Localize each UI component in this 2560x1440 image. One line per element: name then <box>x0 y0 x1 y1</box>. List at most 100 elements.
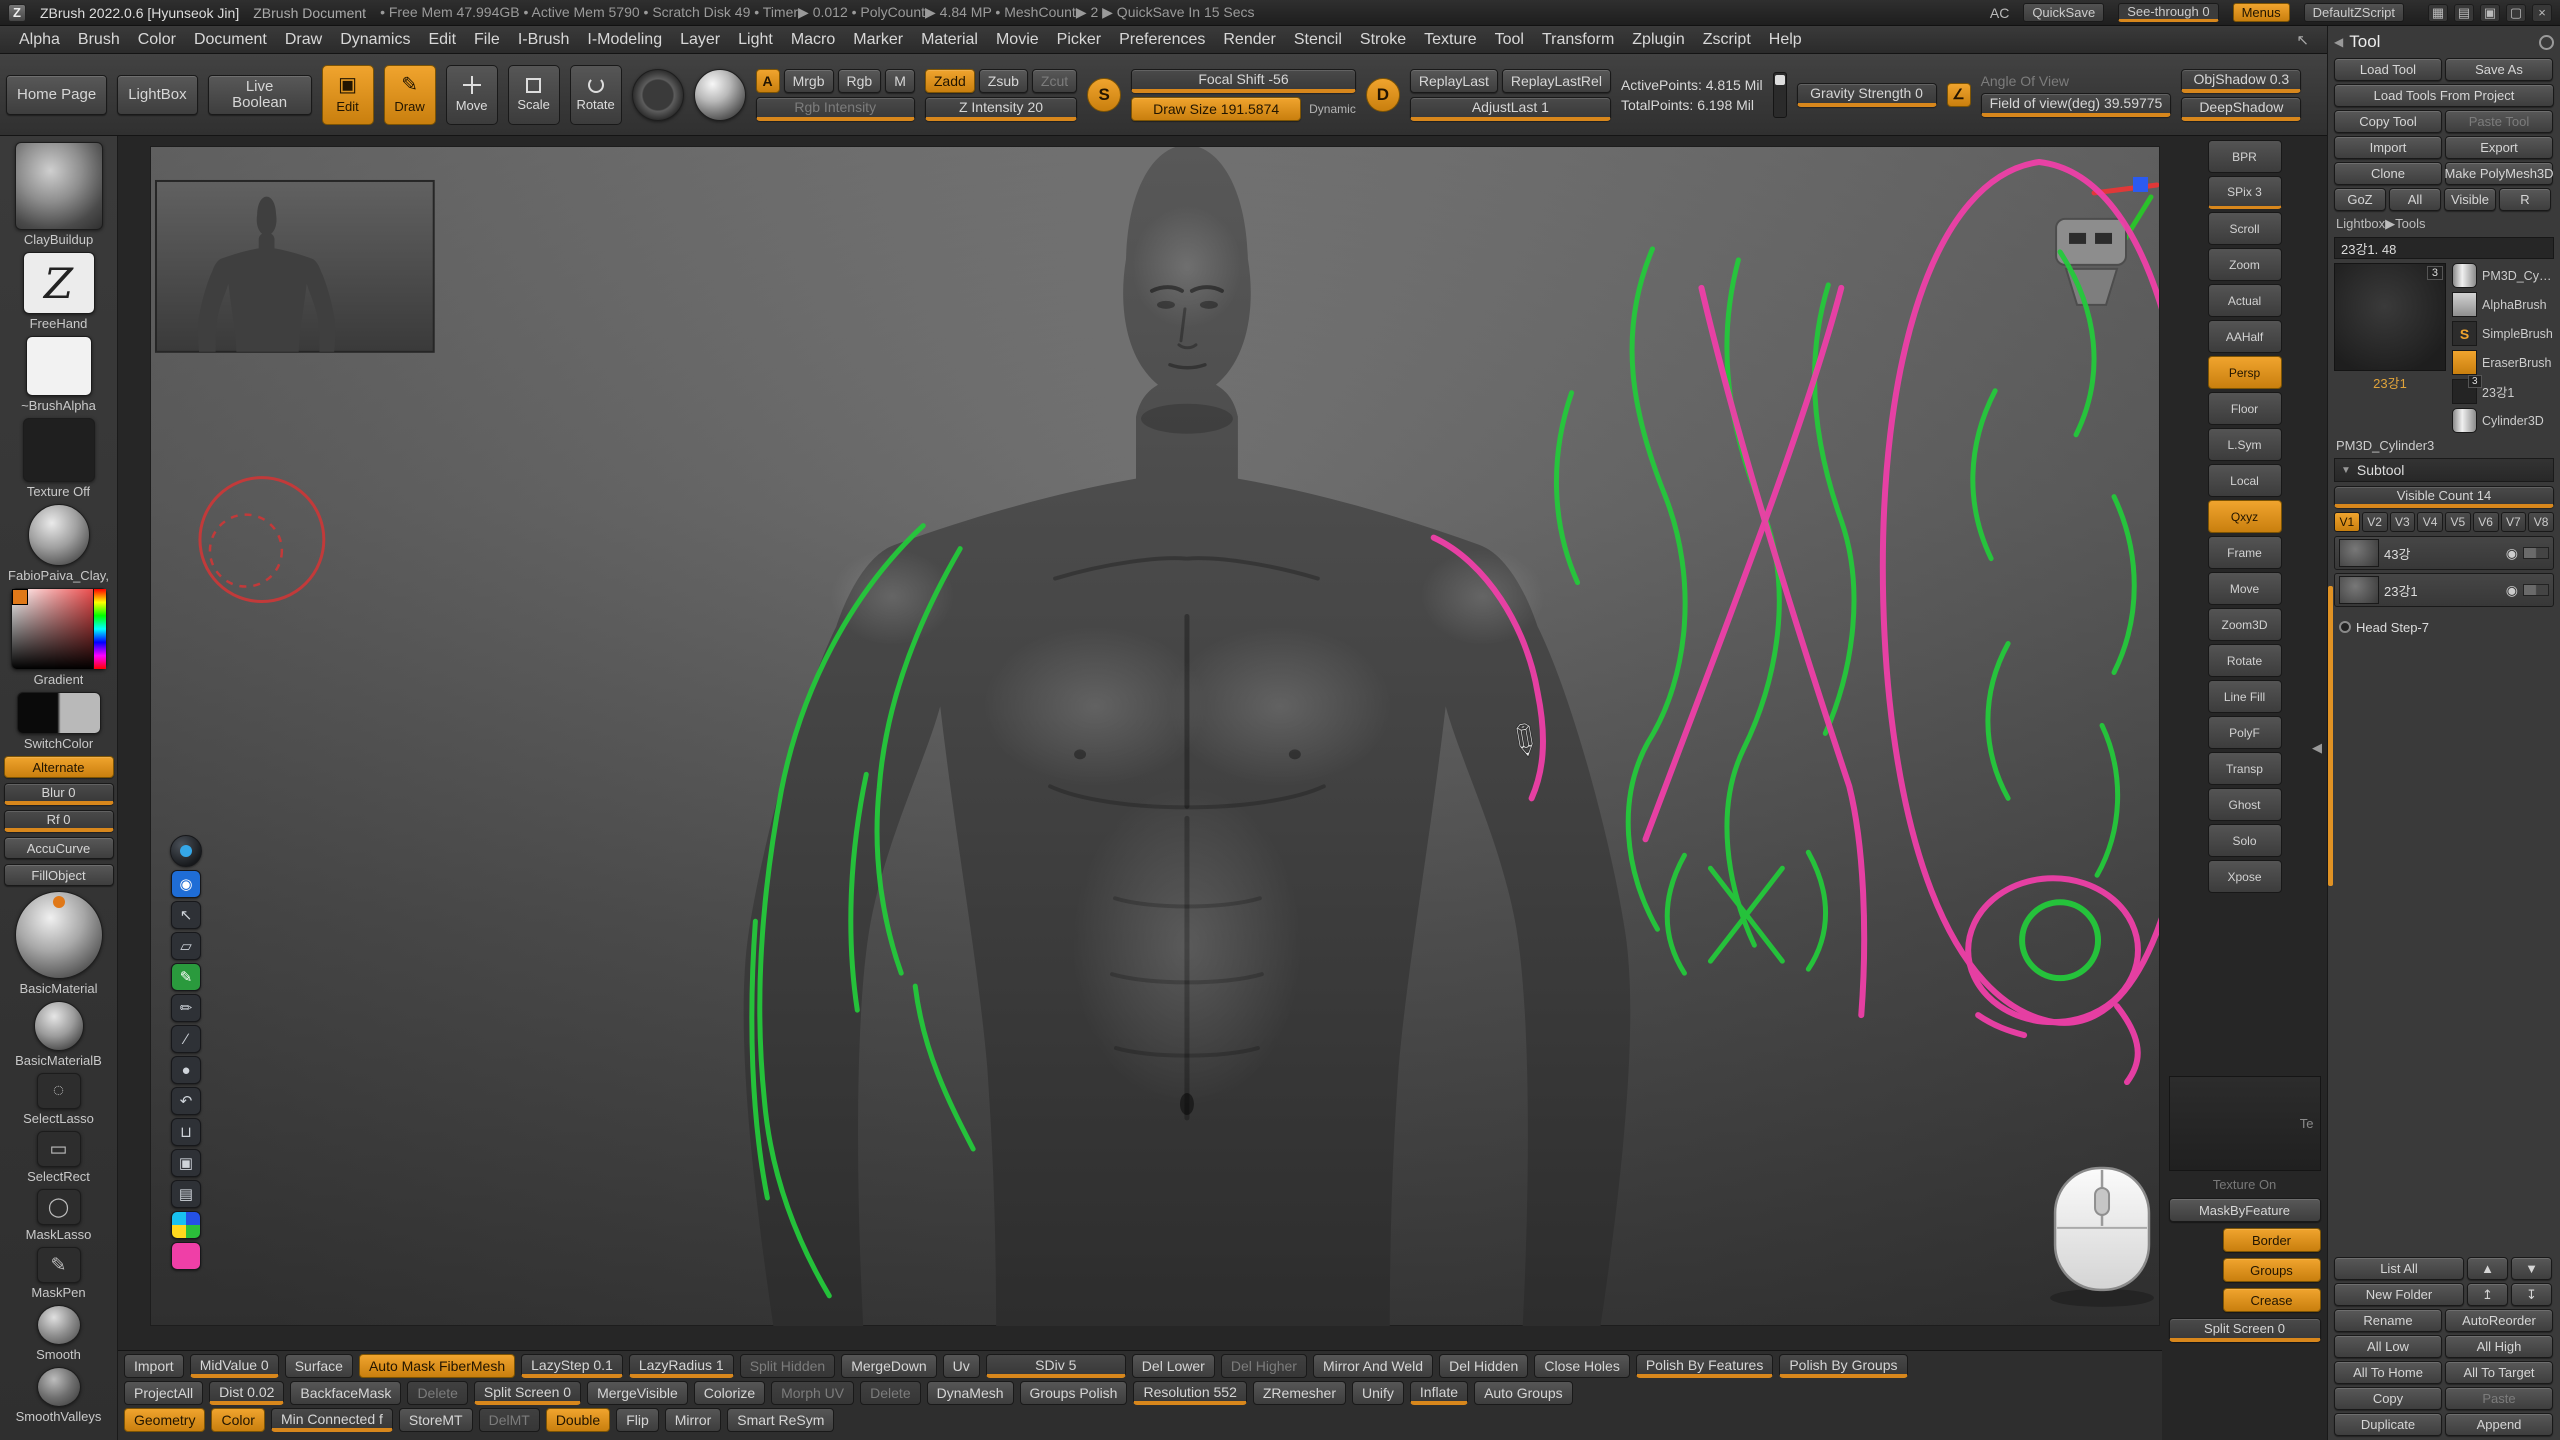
bottom-tray-button[interactable]: MidValue 0 <box>190 1354 279 1378</box>
deep-shadow-slider[interactable]: DeepShadow <box>2181 97 2301 121</box>
eye-icon[interactable]: ◉ <box>2506 582 2518 599</box>
z-intensity-slider[interactable]: Z Intensity 20 <box>925 97 1077 121</box>
replay-last-rel-button[interactable]: ReplayLastRel <box>1502 69 1611 93</box>
alpha-chip[interactable]: A <box>756 69 780 93</box>
right-shelf-button[interactable]: Rotate <box>2208 644 2282 677</box>
lightbox-path-label[interactable]: Lightbox▶Tools <box>2334 215 2554 233</box>
brush-slot[interactable]: Gradient <box>2 588 115 687</box>
menu-item[interactable]: Zscript <box>1694 28 1760 52</box>
right-shelf-button[interactable]: Floor <box>2208 392 2282 425</box>
tool-panel-button[interactable]: Make PolyMesh3D <box>2445 162 2553 185</box>
gravity-strength-slider[interactable]: Gravity Strength 0 <box>1797 83 1937 107</box>
right-shelf-button[interactable]: Transp <box>2208 752 2282 785</box>
scale-button[interactable]: Scale <box>508 65 560 125</box>
bottom-tray-button[interactable]: MergeVisible <box>587 1381 688 1405</box>
bottom-tray-button[interactable]: Del Higher <box>1221 1354 1307 1378</box>
home-page-button[interactable]: Home Page <box>6 75 107 115</box>
bottom-tray-button[interactable]: Flip <box>616 1408 659 1432</box>
bottom-tray-button[interactable]: Mirror And Weld <box>1313 1354 1433 1378</box>
bottom-tray-button[interactable]: Close Holes <box>1534 1354 1629 1378</box>
tray-control[interactable]: FillObject <box>4 864 114 886</box>
subtool-version-tab[interactable]: V1 <box>2334 512 2360 532</box>
subtool-version-tab[interactable]: V4 <box>2417 512 2443 532</box>
line-tool-icon[interactable]: ∕ <box>171 1025 201 1053</box>
brush-slot[interactable]: MaskPen <box>2 1247 115 1300</box>
bottom-tray-button[interactable]: Del Lower <box>1132 1354 1215 1378</box>
subtool-item[interactable]: Head Step-7 ◉ <box>2334 610 2554 644</box>
tool-panel-button[interactable]: Export <box>2445 136 2553 159</box>
window-icon[interactable]: ▣ <box>2480 4 2500 22</box>
window-icon[interactable]: ▦ <box>2428 4 2448 22</box>
subtool-button[interactable]: List All <box>2334 1257 2464 1280</box>
right-shelf-button[interactable]: Line Fill <box>2208 680 2282 713</box>
brush-slot[interactable]: SwitchColor <box>2 692 115 751</box>
right-shelf-button[interactable]: AAHalf <box>2208 320 2282 353</box>
notes-icon[interactable]: ▤ <box>171 1180 201 1208</box>
texture-swatch[interactable] <box>632 69 684 121</box>
rgb-intensity-slider[interactable]: Rgb Intensity <box>756 97 915 121</box>
brush-slot[interactable]: FreeHand <box>2 252 115 331</box>
menu-item[interactable]: Layer <box>671 28 729 52</box>
bottom-tray-button[interactable]: Surface <box>285 1354 353 1378</box>
brush-slot[interactable]: SmoothValleys <box>2 1367 115 1424</box>
tool-panel-button[interactable]: All <box>2389 188 2441 211</box>
replay-last-button[interactable]: ReplayLast <box>1410 69 1498 93</box>
bottom-tray-button[interactable]: Uv <box>943 1354 980 1378</box>
window-icon[interactable]: × <box>2532 4 2552 22</box>
subtool-button[interactable]: Rename <box>2334 1309 2442 1332</box>
subtool-button[interactable]: AutoReorder <box>2445 1309 2553 1332</box>
subtool-button[interactable]: Paste <box>2445 1387 2553 1410</box>
bottom-tray-button[interactable]: LazyRadius 1 <box>629 1354 734 1378</box>
menu-item[interactable]: Draw <box>276 28 331 52</box>
menu-item[interactable]: Edit <box>419 28 465 52</box>
zadd-button[interactable]: Zadd <box>925 69 975 93</box>
right-shelf-button[interactable]: Actual <box>2208 284 2282 317</box>
brush-slot[interactable]: FabioPaiva_Clay, <box>2 504 115 583</box>
trash-icon[interactable]: ⊔ <box>171 1118 201 1146</box>
menus-button[interactable]: Menus <box>2233 3 2290 22</box>
field-of-view-slider[interactable]: Field of view(deg) 39.59775 <box>1981 93 2172 117</box>
tool-panel-button[interactable]: Paste Tool <box>2445 110 2553 133</box>
menu-item[interactable]: Render <box>1214 28 1284 52</box>
subtool-button[interactable]: Duplicate <box>2334 1413 2442 1436</box>
tool-panel-button[interactable]: GoZ <box>2334 188 2386 211</box>
draw-button[interactable]: ✎Draw <box>384 65 436 125</box>
bottom-tray-button[interactable]: Polish By Groups <box>1779 1354 1907 1378</box>
menu-item[interactable]: Stencil <box>1285 28 1351 52</box>
bottom-tray-button[interactable]: DynaMesh <box>927 1381 1014 1405</box>
tool-panel-button[interactable]: Save As <box>2445 58 2553 81</box>
subtool-button[interactable]: Copy <box>2334 1387 2442 1410</box>
right-shelf-button[interactable]: Persp <box>2208 356 2282 389</box>
subtool-version-tab[interactable]: V8 <box>2528 512 2554 532</box>
bottom-tray-button[interactable]: Geometry <box>124 1408 205 1432</box>
menu-item[interactable]: File <box>465 28 509 52</box>
subtool-version-tab[interactable]: V6 <box>2473 512 2499 532</box>
menu-item[interactable]: Movie <box>987 28 1048 52</box>
tool-panel-button[interactable]: Copy Tool <box>2334 110 2442 133</box>
texture-preview[interactable]: Te <box>2169 1076 2321 1171</box>
subtool-button[interactable]: ▲ <box>2467 1257 2508 1280</box>
tool-slot[interactable]: SimpleBrush <box>2452 321 2554 346</box>
subtool-version-tab[interactable]: V2 <box>2362 512 2388 532</box>
bottom-tray-button[interactable]: Groups Polish <box>1020 1381 1128 1405</box>
record-dot-icon[interactable] <box>2339 621 2351 633</box>
bottom-tray-button[interactable]: Auto Mask FiberMesh <box>359 1354 515 1378</box>
right-shelf-button[interactable]: PolyF <box>2208 716 2282 749</box>
bottom-tray-button[interactable]: ZRemesher <box>1253 1381 1346 1405</box>
tool-panel-button[interactable]: Import <box>2334 136 2442 159</box>
bottom-tray-button[interactable]: BackfaceMask <box>290 1381 401 1405</box>
right-shelf-button[interactable]: Zoom3D <box>2208 608 2282 641</box>
brush-slot[interactable]: ClayBuildup <box>2 142 115 247</box>
tool-panel-button[interactable]: Load Tool <box>2334 58 2442 81</box>
menu-item[interactable]: Preferences <box>1110 28 1214 52</box>
see-through-slider[interactable]: See-through 0 <box>2118 3 2218 22</box>
bottom-tray-button[interactable]: Unify <box>1352 1381 1404 1405</box>
current-tool-name[interactable]: 23강1. 48 <box>2334 237 2554 259</box>
tray-control[interactable]: AccuCurve <box>4 837 114 859</box>
annotation-app-logo-icon[interactable] <box>170 835 202 867</box>
menu-item[interactable]: Material <box>912 28 987 52</box>
bottom-tray-button[interactable]: Delete <box>407 1381 467 1405</box>
dock-button[interactable]: Border <box>2223 1228 2321 1252</box>
focal-shift-slider[interactable]: Focal Shift -56 <box>1131 69 1356 93</box>
visible-count-slider[interactable]: Visible Count 14 <box>2334 486 2554 508</box>
